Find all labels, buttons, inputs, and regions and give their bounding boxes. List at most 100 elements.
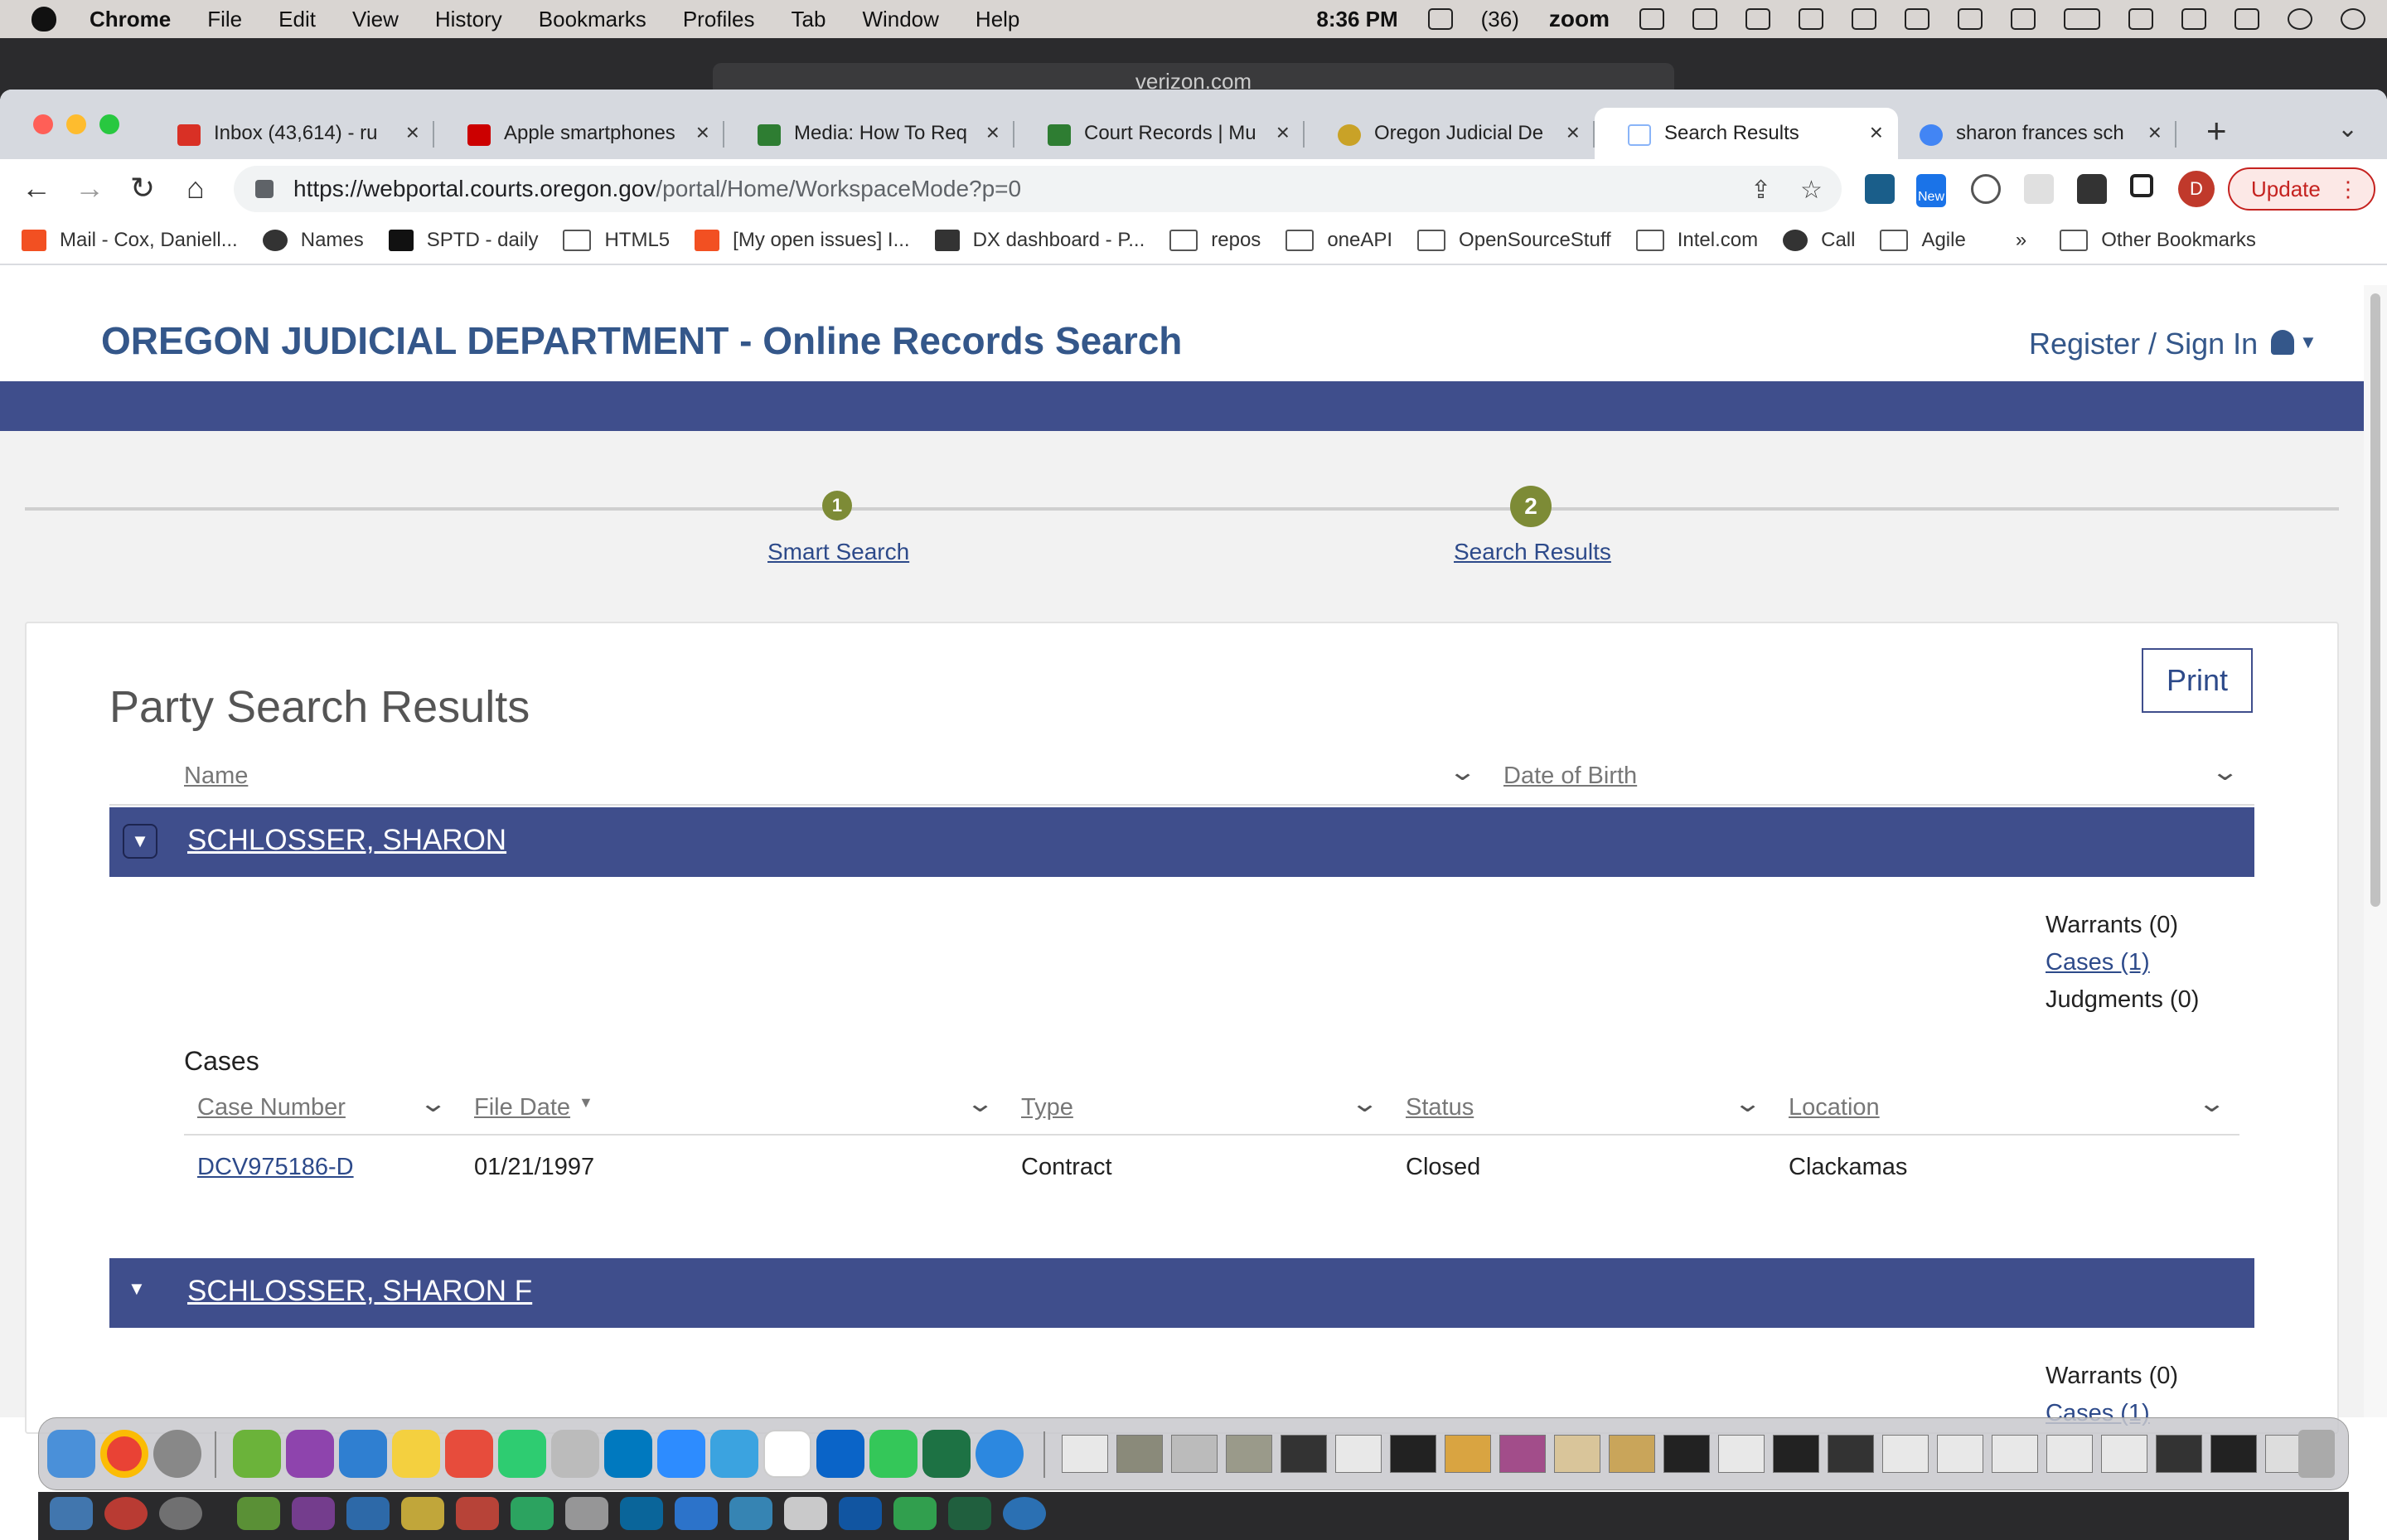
- bookmark-sptd[interactable]: SPTD - daily: [388, 229, 538, 252]
- page-scrollbar[interactable]: [2364, 285, 2387, 1417]
- tab-court-records[interactable]: Court Records | Mu ×: [1014, 108, 1305, 159]
- messages-icon[interactable]: [869, 1430, 918, 1478]
- system-settings-icon[interactable]: [153, 1430, 201, 1478]
- new-extension-icon[interactable]: New: [1916, 174, 1946, 207]
- calendar-icon[interactable]: [1427, 8, 1453, 30]
- minimize-window-button[interactable]: [66, 114, 86, 134]
- minimized-window-thumbnail[interactable]: [1171, 1435, 1218, 1473]
- tab-oregon-judicial[interactable]: Oregon Judicial De ×: [1305, 108, 1595, 159]
- v-app-icon[interactable]: [233, 1430, 281, 1478]
- minimized-window-thumbnail[interactable]: [1062, 1435, 1108, 1473]
- close-tab-icon[interactable]: ×: [2148, 119, 2162, 146]
- cast-icon[interactable]: [2024, 174, 2054, 204]
- minimized-window-thumbnail[interactable]: [1609, 1435, 1655, 1473]
- pdf-app-icon[interactable]: [445, 1430, 493, 1478]
- minimized-window-thumbnail[interactable]: [1718, 1435, 1765, 1473]
- menu-history[interactable]: History: [435, 7, 502, 32]
- display-icon[interactable]: [1958, 8, 1983, 30]
- search-results-link[interactable]: Search Results: [1454, 539, 1611, 565]
- col-location[interactable]: Location: [1789, 1094, 1880, 1121]
- update-button[interactable]: Update ⋮: [2228, 167, 2375, 211]
- back-icon[interactable]: ←: [10, 171, 63, 206]
- new-tab-button[interactable]: +: [2206, 111, 2227, 151]
- minimized-window-thumbnail[interactable]: [1335, 1435, 1382, 1473]
- close-window-button[interactable]: [33, 114, 53, 134]
- preview-icon[interactable]: [551, 1430, 599, 1478]
- outlook-icon[interactable]: [816, 1430, 864, 1478]
- excel-icon[interactable]: [922, 1430, 971, 1478]
- minimized-window-thumbnail[interactable]: [2101, 1435, 2147, 1473]
- bookmark-names[interactable]: Names: [262, 229, 364, 252]
- x-app-icon[interactable]: [763, 1430, 811, 1478]
- bookmark-oneapi[interactable]: oneAPI: [1285, 229, 1392, 252]
- col-status[interactable]: Status: [1406, 1094, 1474, 1121]
- close-tab-icon[interactable]: ×: [1870, 119, 1883, 146]
- close-tab-icon[interactable]: ×: [1276, 119, 1290, 146]
- bookmark-mail[interactable]: Mail - Cox, Daniell...: [22, 229, 238, 252]
- menu-bookmarks[interactable]: Bookmarks: [539, 7, 646, 32]
- menu-app[interactable]: Chrome: [90, 7, 171, 32]
- bookmark-dx-dashboard[interactable]: DX dashboard - P...: [934, 229, 1145, 252]
- close-tab-icon[interactable]: ×: [1566, 119, 1580, 146]
- chevron-down-icon[interactable]: ⌄: [1350, 1089, 1379, 1118]
- siri-icon[interactable]: [2288, 8, 2312, 30]
- finder-icon[interactable]: [47, 1430, 95, 1478]
- party-row[interactable]: ▼ SCHLOSSER, SHARON: [109, 807, 2254, 877]
- extension-icon[interactable]: [1865, 174, 1895, 204]
- address-bar[interactable]: https://webportal.courts.oregon.gov /por…: [234, 166, 1842, 212]
- share-icon[interactable]: ⇪: [1750, 176, 1771, 205]
- col-case-number[interactable]: Case Number: [197, 1094, 346, 1121]
- bluetooth-icon[interactable]: [2011, 8, 2036, 30]
- chevron-down-icon[interactable]: ⌄: [2210, 758, 2239, 787]
- menu-profiles[interactable]: Profiles: [683, 7, 755, 32]
- pen-icon[interactable]: [1745, 8, 1770, 30]
- forward-icon[interactable]: →: [63, 171, 116, 206]
- minimized-window-thumbnail[interactable]: [1390, 1435, 1436, 1473]
- case-number-link[interactable]: DCV975186-D: [197, 1154, 354, 1181]
- bookmark-call[interactable]: Call: [1783, 229, 1855, 252]
- notes-icon[interactable]: [392, 1430, 440, 1478]
- col-name[interactable]: Name: [184, 763, 248, 790]
- minimized-window-thumbnail[interactable]: [2210, 1435, 2257, 1473]
- sidepanel-icon[interactable]: [2130, 174, 2153, 197]
- zoom-icon[interactable]: [657, 1430, 705, 1478]
- v-app-icon[interactable]: [1692, 8, 1717, 30]
- chevron-down-icon[interactable]: ⌄: [419, 1089, 448, 1118]
- s-app-icon[interactable]: [339, 1430, 387, 1478]
- menu-file[interactable]: File: [207, 7, 242, 32]
- mute-icon[interactable]: [1905, 8, 1929, 30]
- user-icon[interactable]: [2271, 330, 2294, 355]
- menu-view[interactable]: View: [352, 7, 399, 32]
- profile-avatar[interactable]: D: [2178, 171, 2215, 207]
- pdf-icon[interactable]: [1799, 8, 1823, 30]
- aperture-icon[interactable]: [1971, 174, 2001, 204]
- lock-icon[interactable]: [255, 180, 274, 198]
- minimized-window-thumbnail[interactable]: [1937, 1435, 1983, 1473]
- caret-down-icon[interactable]: ▼: [2299, 332, 2317, 353]
- spotlight-icon[interactable]: [2181, 8, 2206, 30]
- collapse-toggle-icon[interactable]: ▼: [123, 824, 157, 859]
- control-center-icon[interactable]: [2234, 8, 2259, 30]
- bookmark-open-issues[interactable]: [My open issues] I...: [695, 229, 910, 252]
- other-bookmarks[interactable]: Other Bookmarks: [2060, 229, 2256, 252]
- tab-gmail[interactable]: Inbox (43,614) - ru ×: [144, 108, 434, 159]
- minimized-window-thumbnail[interactable]: [1828, 1435, 1874, 1473]
- party-name-link[interactable]: SCHLOSSER, SHARON F: [187, 1275, 532, 1308]
- close-tab-icon[interactable]: ×: [986, 119, 1000, 146]
- zoom-status[interactable]: zoom: [1549, 6, 1610, 32]
- xcode-icon[interactable]: [710, 1430, 758, 1478]
- airdrop-icon[interactable]: [1852, 8, 1876, 30]
- print-button[interactable]: Print: [2142, 648, 2253, 713]
- wifi-icon[interactable]: [2128, 8, 2153, 30]
- site-title[interactable]: OREGON JUDICIAL DEPARTMENT - Online Reco…: [101, 318, 1182, 363]
- chevron-down-icon[interactable]: ⌄: [1733, 1089, 1762, 1118]
- numbers-icon[interactable]: [498, 1430, 546, 1478]
- tab-google-search[interactable]: sharon frances sch ×: [1886, 108, 2176, 159]
- apple-icon[interactable]: [31, 7, 56, 31]
- bookmark-html5[interactable]: HTML5: [563, 229, 670, 252]
- cases-count-link[interactable]: Cases (1): [2046, 949, 2150, 976]
- smart-search-link[interactable]: Smart Search: [767, 539, 909, 565]
- minimized-window-thumbnail[interactable]: [1773, 1435, 1819, 1473]
- menu-window[interactable]: Window: [862, 7, 938, 32]
- tab-media[interactable]: Media: How To Req ×: [724, 108, 1014, 159]
